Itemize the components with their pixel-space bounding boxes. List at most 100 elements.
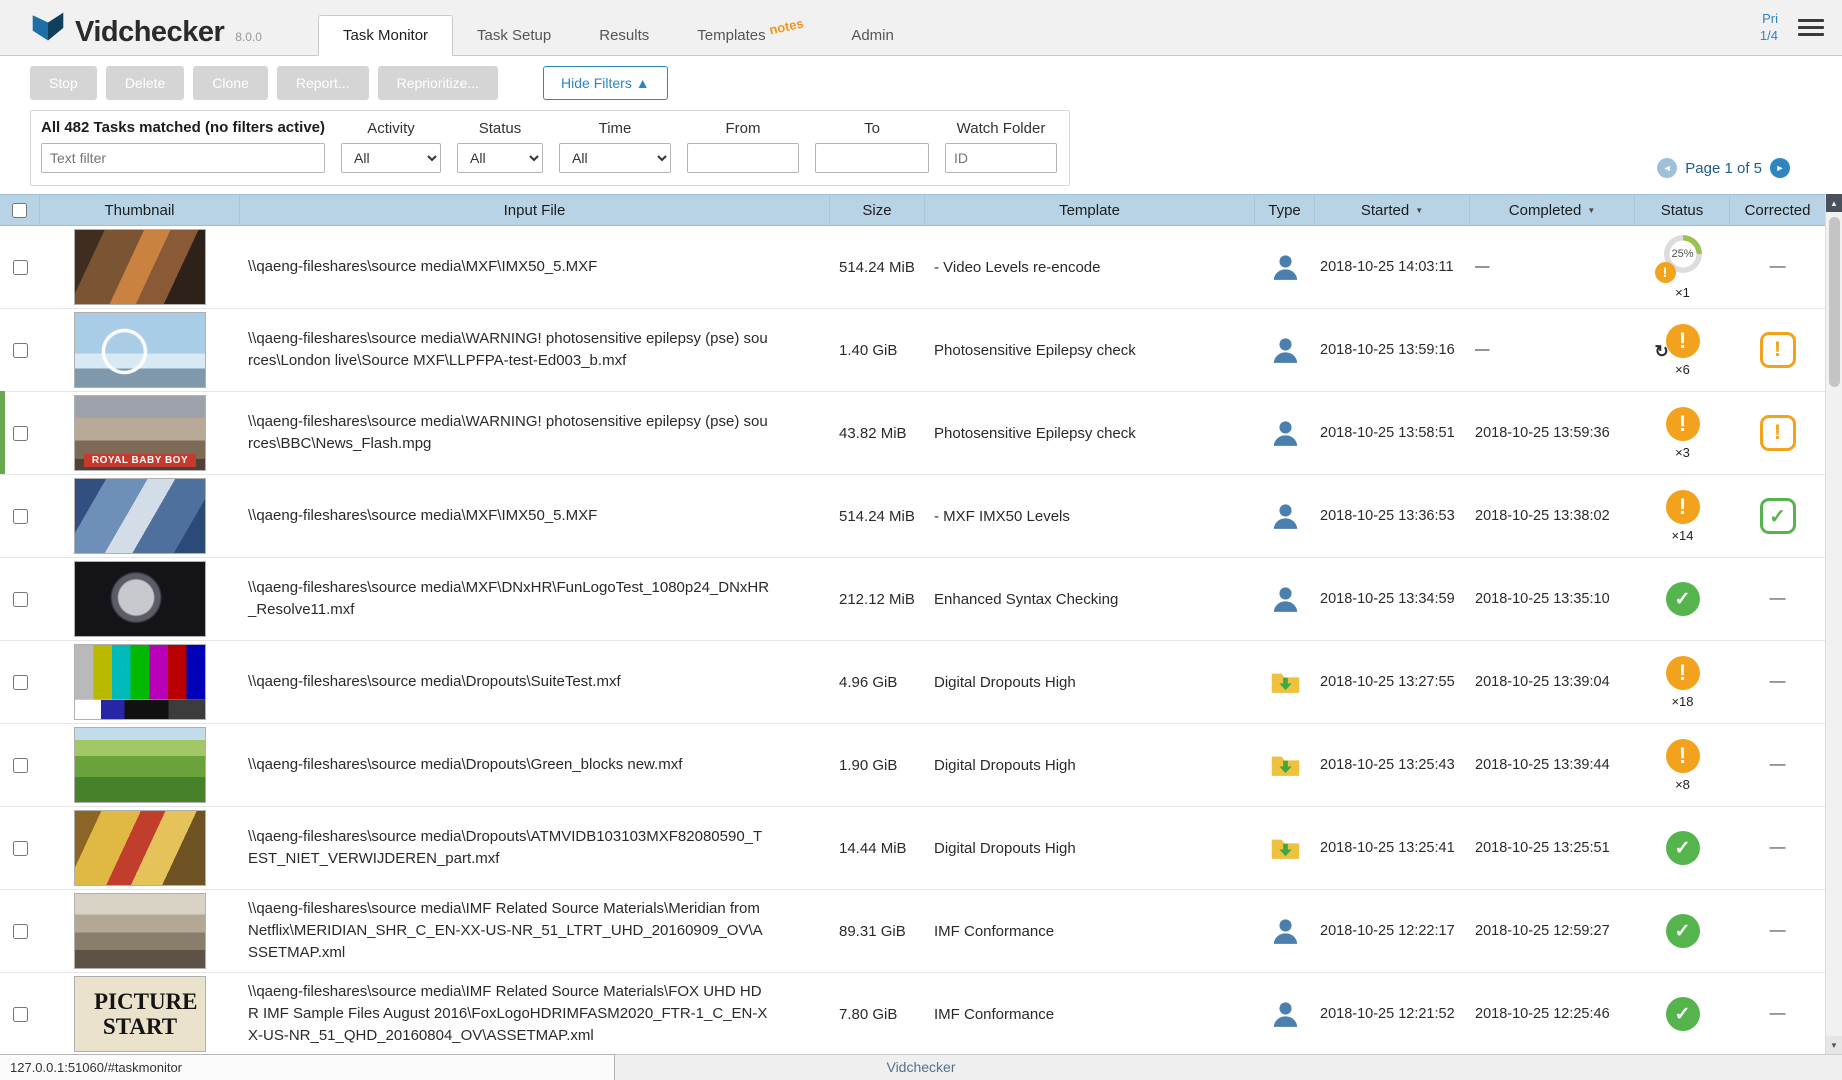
row-select-cell <box>0 973 40 1054</box>
started-time: 2018-10-25 14:03:11 <box>1320 259 1454 275</box>
vertical-scrollbar[interactable]: ▲ ▼ <box>1825 194 1842 1054</box>
started-time: 2018-10-25 13:25:41 <box>1320 840 1455 856</box>
select-all-checkbox[interactable] <box>12 202 27 218</box>
col-header-completed[interactable]: Completed ▼ <box>1470 195 1635 225</box>
app-version: 8.0.0 <box>235 29 262 44</box>
stop-button[interactable]: Stop <box>30 66 97 100</box>
col-header-started[interactable]: Started ▼ <box>1315 195 1470 225</box>
row-select-cell <box>0 558 40 640</box>
success-status-icon: ✓ <box>1665 831 1700 865</box>
scroll-down-icon: ▼ <box>1830 1040 1838 1050</box>
user-icon <box>1273 1001 1297 1027</box>
template-name: IMF Conformance <box>934 1005 1055 1023</box>
table-row[interactable]: ROYAL BABY BOY \\qaeng-fileshares\source… <box>0 391 1825 475</box>
table-row[interactable]: PICTURE START \\qaeng-fileshares\source … <box>0 973 1825 1054</box>
tab-task-setup[interactable]: Task Setup <box>453 15 575 56</box>
time-label: Time <box>598 120 632 137</box>
prev-page-button[interactable]: ◄ <box>1657 158 1678 178</box>
scroll-up-button[interactable]: ▲ <box>1825 194 1842 212</box>
file-size: 514.24 MiB <box>839 507 915 525</box>
status-select[interactable]: All <box>457 143 543 173</box>
table-row[interactable]: \\qaeng-fileshares\source media\MXF\IMX5… <box>0 475 1825 558</box>
user-icon <box>1273 503 1297 529</box>
filter-summary: All 482 Tasks matched (no filters active… <box>41 119 325 136</box>
thumbnail-cell <box>40 226 240 308</box>
text-filter-input[interactable] <box>41 143 325 173</box>
thumbnail-caption: ROYAL BABY BOY <box>84 454 196 467</box>
video-thumbnail: ROYAL BABY BOY <box>74 395 206 471</box>
table-row[interactable]: \\qaeng-fileshares\source media\Dropouts… <box>0 724 1825 807</box>
error-count: ×14 <box>1671 527 1694 543</box>
row-checkbox[interactable] <box>12 425 28 441</box>
reprioritize-button[interactable]: Reprioritize... <box>377 66 499 100</box>
corrected-cell: — ! ✓ <box>1730 973 1825 1054</box>
report-button[interactable]: Report... <box>276 66 369 100</box>
corrected-cell: — ! ✓ <box>1730 392 1825 474</box>
input-file-path: \\qaeng-fileshares\source media\Dropouts… <box>248 673 621 691</box>
tab-templates-label: Templates <box>697 27 766 44</box>
table-row[interactable]: \\qaeng-fileshares\source media\Dropouts… <box>0 807 1825 890</box>
row-checkbox[interactable] <box>12 840 28 856</box>
scrollbar-thumb[interactable] <box>1828 217 1840 387</box>
row-checkbox[interactable] <box>12 674 28 690</box>
template-name: Digital Dropouts High <box>934 756 1076 774</box>
row-select-cell <box>0 807 40 889</box>
row-checkbox[interactable] <box>12 342 28 358</box>
col-header-corrected: Corrected <box>1744 201 1811 219</box>
completed-time: 2018-10-25 13:38:02 <box>1475 508 1610 524</box>
scroll-down-button[interactable]: ▼ <box>1825 1036 1842 1054</box>
prev-page-icon: ◄ <box>1662 163 1672 173</box>
video-thumbnail <box>74 893 206 969</box>
col-header-started-label: Started <box>1360 201 1410 219</box>
input-file-path: \\qaeng-fileshares\source media\MXF\IMX5… <box>248 258 598 276</box>
to-date-input[interactable] <box>815 143 929 173</box>
progress-ring-icon: 25% ! <box>1654 234 1702 283</box>
error-count: ×18 <box>1671 693 1694 709</box>
activity-select[interactable]: All <box>341 143 441 173</box>
table-row[interactable]: \\qaeng-fileshares\source media\MXF\IMX5… <box>0 226 1825 309</box>
from-date-input[interactable] <box>687 143 799 173</box>
tab-admin[interactable]: Admin <box>827 15 918 56</box>
thumbnail-cell: ROYAL BABY BOY <box>40 392 240 474</box>
row-checkbox[interactable] <box>12 1006 28 1022</box>
tab-results[interactable]: Results <box>575 15 673 56</box>
started-time: 2018-10-25 13:36:53 <box>1320 508 1455 524</box>
table-row[interactable]: \\qaeng-fileshares\source media\WARNING!… <box>0 309 1825 392</box>
tab-task-monitor[interactable]: Task Monitor <box>318 15 454 56</box>
completed-time: — <box>1475 342 1490 358</box>
row-checkbox[interactable] <box>12 591 28 607</box>
started-time: 2018-10-25 13:58:51 <box>1320 425 1455 441</box>
time-select[interactable]: All <box>559 143 671 173</box>
scroll-up-icon: ▲ <box>1830 198 1838 208</box>
row-checkbox[interactable] <box>12 259 28 275</box>
template-name: Photosensitive Epilepsy check <box>934 424 1136 442</box>
completed-time: 2018-10-25 12:59:27 <box>1475 923 1610 939</box>
video-thumbnail <box>74 229 206 305</box>
row-checkbox[interactable] <box>12 923 28 939</box>
hide-filters-button[interactable]: Hide Filters ▲ <box>543 66 668 100</box>
clone-button[interactable]: Clone <box>193 66 268 100</box>
watch-folder-icon <box>1271 673 1299 693</box>
status-cell: ! ! ↻ ✓ <box>1635 807 1730 889</box>
watch-folder-input[interactable] <box>945 143 1057 173</box>
row-select-cell <box>0 475 40 557</box>
input-file-path: \\qaeng-fileshares\source media\Dropouts… <box>248 828 763 867</box>
user-icon <box>1273 254 1297 280</box>
video-thumbnail <box>74 810 206 886</box>
corrected-cell: — ! ✓ <box>1730 641 1825 723</box>
warning-status-icon: ! ↻ <box>1665 655 1700 690</box>
next-page-button[interactable]: ► <box>1770 158 1790 178</box>
row-checkbox[interactable] <box>12 508 28 524</box>
video-thumbnail <box>74 312 206 388</box>
delete-button[interactable]: Delete <box>105 66 185 100</box>
status-indicator: ! ! ↻ ✓ <box>1665 582 1700 616</box>
row-checkbox[interactable] <box>12 757 28 773</box>
tab-templates[interactable]: Templates notes <box>673 15 827 56</box>
table-row[interactable]: \\qaeng-fileshares\source media\Dropouts… <box>0 641 1825 724</box>
menu-icon[interactable] <box>1798 19 1824 36</box>
sort-descending-icon: ▼ <box>1587 205 1596 215</box>
row-select-cell <box>0 724 40 806</box>
table-row[interactable]: \\qaeng-fileshares\source media\IMF Rela… <box>0 890 1825 973</box>
status-indicator: ! ! ↻ ✓ ×3 <box>1665 406 1700 460</box>
table-row[interactable]: \\qaeng-fileshares\source media\MXF\DNxH… <box>0 558 1825 641</box>
